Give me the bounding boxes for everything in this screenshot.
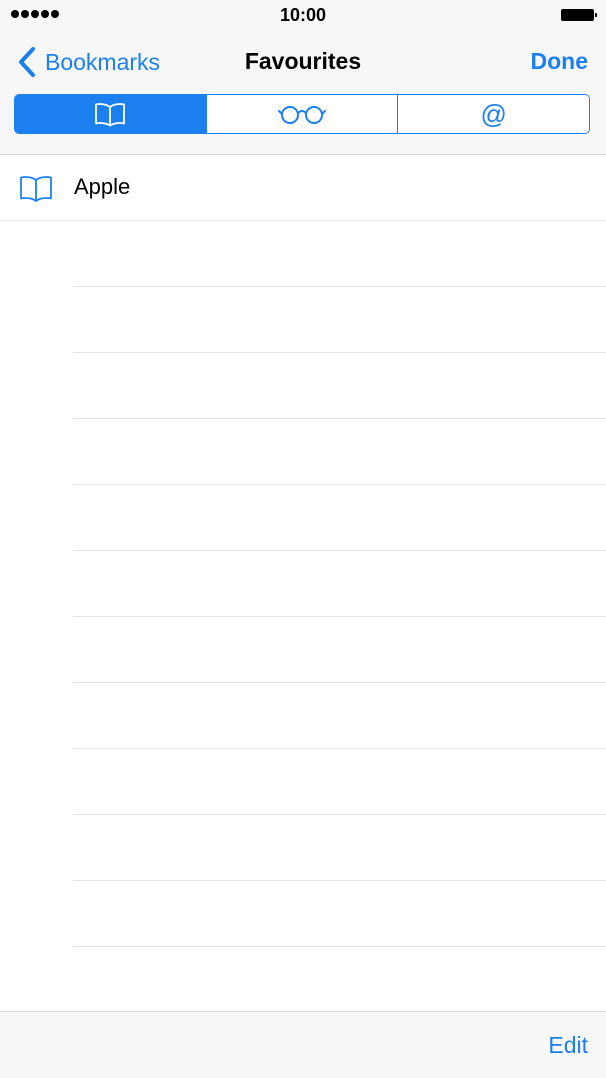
navigation-bar: Bookmarks Favourites Done	[0, 40, 606, 84]
empty-row	[73, 287, 606, 353]
list-item-label: Apple	[74, 174, 131, 199]
segment-reading-list[interactable]	[205, 95, 398, 133]
status-bar: 10:00	[0, 0, 606, 30]
header-area: 10:00 Bookmarks Favourites Done @	[0, 0, 606, 155]
favourites-list: Apple	[0, 155, 606, 1013]
glasses-icon	[278, 106, 326, 124]
book-icon	[95, 103, 126, 127]
empty-row	[73, 815, 606, 881]
segmented-control: @	[14, 94, 590, 134]
empty-row	[73, 683, 606, 749]
empty-row	[73, 947, 606, 1013]
empty-row	[73, 353, 606, 419]
empty-row	[73, 221, 606, 287]
segment-bookmarks[interactable]	[15, 95, 206, 133]
battery-full-icon	[561, 9, 597, 21]
empty-row	[73, 749, 606, 815]
empty-row	[73, 617, 606, 683]
empty-row	[73, 419, 606, 485]
done-button[interactable]: Done	[531, 48, 589, 75]
empty-row	[73, 551, 606, 617]
edit-button[interactable]: Edit	[548, 1032, 588, 1059]
list-item-apple[interactable]: Apple	[0, 155, 606, 221]
at-icon: @	[480, 98, 507, 129]
bottom-toolbar: Edit	[0, 1011, 606, 1078]
segment-shared-links[interactable]: @	[397, 95, 589, 133]
book-icon	[20, 176, 52, 202]
empty-row	[73, 485, 606, 551]
status-time: 10:00	[279, 5, 327, 25]
page-title: Favourites	[244, 48, 362, 74]
empty-row	[73, 881, 606, 947]
